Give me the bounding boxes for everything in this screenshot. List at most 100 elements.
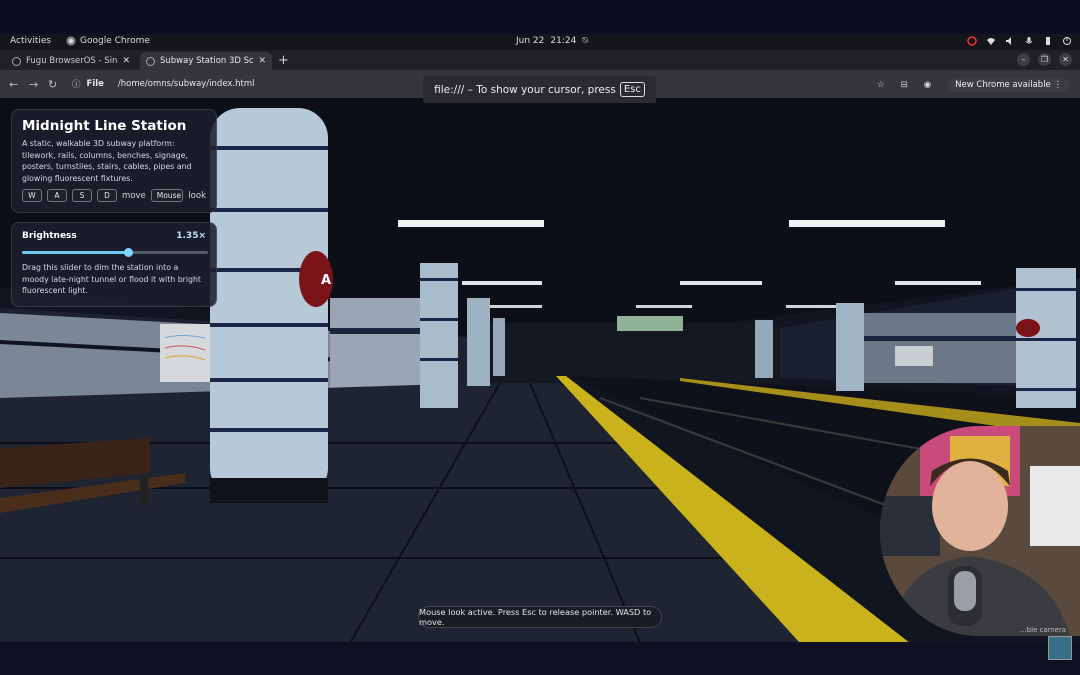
- scene-title: Midnight Line Station: [22, 118, 187, 134]
- fullscreen-toast: file:/// – To show your cursor, press Es…: [423, 76, 656, 103]
- window-controls: – ❐ ✕: [1017, 53, 1072, 66]
- tab-title: Fugu BrowserOS - Single: [26, 56, 118, 66]
- tile-stripe: [330, 328, 420, 334]
- column-band: [1016, 388, 1076, 391]
- column-band: [420, 318, 458, 321]
- webcam-overlay: [880, 426, 1080, 636]
- clock-date: Jun 22: [516, 36, 545, 46]
- ceiling-light: [786, 305, 838, 308]
- key-w: W: [22, 189, 42, 202]
- volume-icon: [1006, 37, 1011, 45]
- system-top-bar: Activities Google Chrome Jun 22 21:24 ⍉: [0, 34, 1080, 50]
- tab-title: Subway Station 3D Scen: [160, 56, 254, 66]
- brightness-header: Brightness 1.35×: [22, 231, 206, 241]
- restore-button[interactable]: ❐: [1038, 53, 1051, 66]
- power-icon: [1063, 37, 1071, 45]
- webcam-thumbnail[interactable]: [1048, 636, 1072, 660]
- chrome-icon: [66, 36, 76, 46]
- webcam-face: [932, 461, 1008, 551]
- column-band: [210, 378, 328, 382]
- webcam-feed: [880, 426, 1080, 636]
- column-base: [210, 478, 328, 503]
- key-s: S: [72, 189, 92, 202]
- clock-time: 21:24: [550, 36, 577, 46]
- column-band: [420, 358, 458, 361]
- fullscreen-toast-text: file:/// – To show your cursor, press: [434, 83, 616, 96]
- roundel-letter: A: [321, 273, 331, 288]
- globe-icon: [12, 56, 21, 66]
- wifi-icon: [987, 38, 995, 45]
- info-icon[interactable]: ⓘ: [72, 78, 81, 90]
- ceiling-light: [789, 220, 945, 227]
- wall-poster: [895, 346, 933, 366]
- look-label: look: [188, 190, 206, 201]
- brightness-value: 1.35×: [176, 231, 206, 241]
- right-wall-tiles: [860, 313, 1020, 383]
- brightness-slider[interactable]: [22, 246, 208, 258]
- left-wall-far-tiles: [330, 298, 420, 388]
- minimize-button[interactable]: –: [1017, 53, 1030, 66]
- tab-strip: Fugu BrowserOS - Single ✕ Subway Station…: [0, 50, 1080, 70]
- app-menu[interactable]: Google Chrome: [66, 36, 150, 46]
- esc-key: Esc: [619, 82, 645, 97]
- close-tab-icon[interactable]: ✕: [258, 56, 266, 66]
- column-band: [420, 278, 458, 281]
- profile-icon[interactable]: ◉: [924, 80, 931, 90]
- line-roundel: [1016, 319, 1040, 337]
- tab-subway-station[interactable]: Subway Station 3D Scen ✕: [140, 52, 272, 70]
- info-panel: Midnight Line Station A static, walkable…: [11, 109, 217, 213]
- column: [493, 318, 505, 376]
- new-tab-button[interactable]: +: [278, 53, 289, 68]
- brightness-label: Brightness: [22, 231, 77, 241]
- clock[interactable]: Jun 22 21:24 ⍉: [516, 36, 588, 46]
- app-name: Google Chrome: [80, 36, 150, 46]
- column-band: [1016, 338, 1076, 341]
- key-d: D: [97, 189, 117, 202]
- close-window-button[interactable]: ✕: [1059, 53, 1072, 66]
- webcam-label: ...ble camera: [1020, 626, 1067, 634]
- pointer-status-toast: Mouse look active. Press Esc to release …: [418, 606, 662, 628]
- system-tray[interactable]: [967, 36, 1072, 46]
- extension-icon[interactable]: ⊟: [901, 80, 908, 90]
- slider-thumb[interactable]: [123, 248, 133, 257]
- ceiling-light: [490, 305, 542, 308]
- ceiling-light: [398, 220, 544, 227]
- ceiling-light: [636, 305, 692, 308]
- column: [836, 303, 864, 391]
- forward-button[interactable]: →: [29, 78, 38, 91]
- column: [420, 263, 458, 408]
- move-label: move: [122, 190, 146, 201]
- globe-icon: [146, 56, 155, 66]
- activities-button[interactable]: Activities: [10, 36, 51, 46]
- close-tab-icon[interactable]: ✕: [122, 56, 130, 66]
- bookmark-star-icon[interactable]: ☆: [877, 80, 885, 90]
- notifications-off-icon: ⍉: [582, 36, 588, 46]
- column: [755, 320, 773, 378]
- update-label: New Chrome available: [955, 80, 1051, 90]
- chrome-update-button[interactable]: New Chrome available ⋮: [947, 78, 1070, 92]
- back-button[interactable]: ←: [9, 78, 18, 91]
- key-mouse: Mouse: [150, 189, 184, 202]
- bottom-band: [0, 642, 1080, 675]
- record-indicator-icon: [967, 36, 977, 46]
- slider-fill: [22, 251, 129, 254]
- ceiling-light: [680, 281, 762, 285]
- ceiling-light: [462, 281, 542, 285]
- battery-icon: [1046, 37, 1050, 45]
- column-band: [210, 146, 328, 150]
- reload-button[interactable]: ↻: [48, 78, 57, 91]
- toolbar-right: ☆ ⊟ ◉ New Chrome available ⋮: [877, 78, 1070, 92]
- microphone-icon: [1025, 37, 1033, 44]
- screen: Activities Google Chrome Jun 22 21:24 ⍉ …: [0, 0, 1080, 675]
- column-band: [210, 208, 328, 212]
- brightness-description: Drag this slider to dim the station into…: [22, 263, 201, 295]
- tab-fugu-browseros[interactable]: Fugu BrowserOS - Single ✕: [6, 52, 136, 70]
- key-a: A: [47, 189, 67, 202]
- wall-poster: [160, 324, 210, 382]
- bench-leg: [140, 478, 148, 508]
- column: [467, 298, 490, 386]
- ceiling-light: [895, 281, 981, 285]
- tile-stripe: [860, 336, 1020, 341]
- scene-description: A static, walkable 3D subway platform: t…: [22, 139, 192, 183]
- station-sign: [617, 316, 683, 331]
